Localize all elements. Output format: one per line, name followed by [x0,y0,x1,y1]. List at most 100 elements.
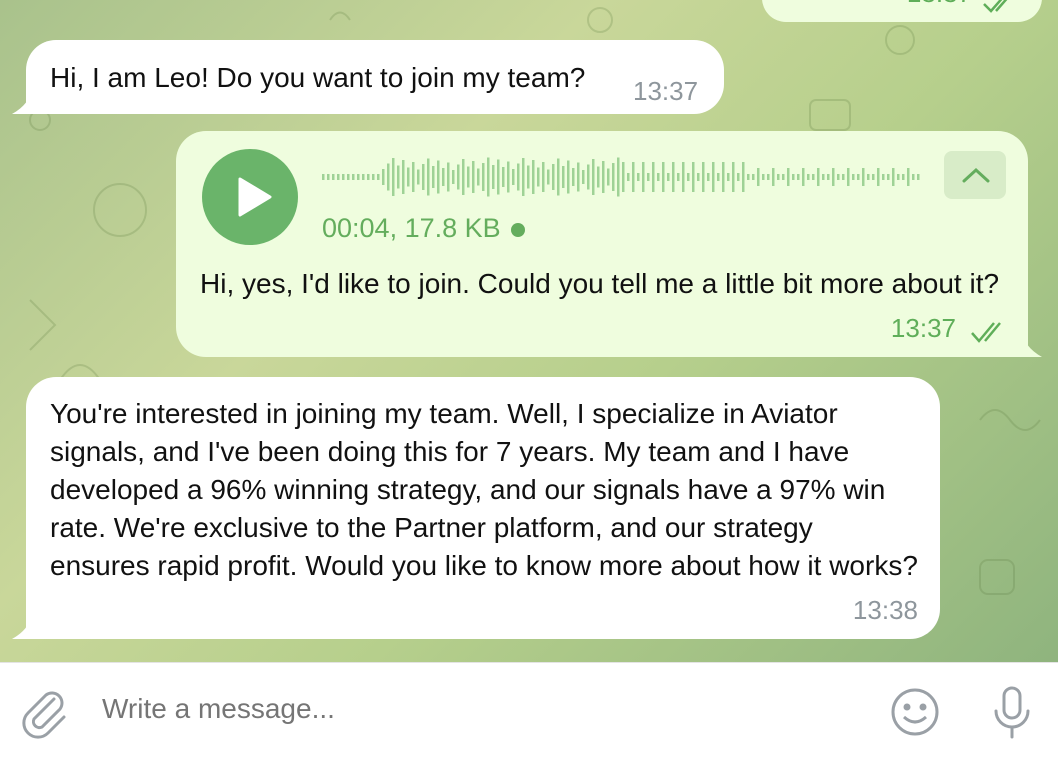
waveform-bar [707,173,710,181]
message-bubble-incoming[interactable]: You're interested in joining my team. We… [26,377,940,639]
waveform-bar [607,168,610,186]
voice-waveform[interactable] [322,155,922,199]
message-bubble-incoming[interactable]: Hi, I am Leo! Do you want to join my tea… [26,40,724,114]
message-text: You're interested in joining my team. We… [50,398,918,581]
voice-meta: 00:04, 17.8 KB [322,209,525,247]
waveform-bar [787,168,790,186]
waveform-bar [577,162,580,192]
play-button[interactable] [202,149,298,245]
waveform-bar [667,173,670,181]
waveform-bar [642,162,645,192]
smiley-icon[interactable] [890,687,940,737]
waveform-bar [777,174,780,180]
paperclip-icon[interactable] [20,687,68,739]
waveform-bar [562,166,565,188]
waveform-bar [547,169,550,185]
waveform-bar [627,173,630,181]
waveform-bar [662,162,665,192]
waveform-bar [497,159,500,195]
waveform-bar [702,162,705,192]
waveform-bar [822,174,825,180]
waveform-bar [522,158,525,196]
waveform-bar [482,163,485,191]
waveform-bar [527,165,530,189]
waveform-bar [717,173,720,181]
waveform-bar [452,170,455,184]
waveform-bar [422,164,425,190]
message-time: 13:37 [890,313,956,343]
waveform-bar [502,167,505,187]
waveform-bar [817,168,820,186]
waveform-bar [737,173,740,181]
waveform-bar [892,168,895,186]
microphone-icon[interactable] [990,685,1034,741]
waveform-bar [352,174,355,180]
waveform-bar [872,174,875,180]
waveform-bar [512,169,515,185]
waveform-bar [407,167,410,187]
waveform-bar [912,174,915,180]
waveform-bar [372,174,375,180]
waveform-bar [722,162,725,192]
waveform-bar [757,168,760,186]
waveform-bar [747,174,750,180]
waveform-bar [917,174,920,180]
waveform-bar [472,161,475,193]
waveform-bar [637,173,640,181]
waveform-bar [762,174,765,180]
waveform-bar [467,166,470,188]
waveform-bar [862,168,865,186]
waveform-bar [612,163,615,191]
waveform-bar [647,173,650,181]
waveform-bar [712,162,715,192]
waveform-bar [682,162,685,192]
waveform-bar [382,169,385,185]
waveform-bar [347,174,350,180]
waveform-bar [632,162,635,192]
waveform-bar [897,174,900,180]
waveform-bar [437,160,440,194]
message-bubble-voice[interactable]: 00:04, 17.8 KB Hi, yes, I'd like to join… [176,131,1028,357]
waveform-bar [367,174,370,180]
waveform-bar [672,162,675,192]
message-bubble-partial[interactable]: 13:37 [762,0,1042,22]
unplayed-dot [510,222,525,237]
collapse-transcript-button[interactable] [944,151,1006,199]
waveform-bar [882,174,885,180]
waveform-bar [812,174,815,180]
message-input[interactable] [102,693,862,725]
waveform-bar [692,162,695,192]
waveform-bar [782,174,785,180]
waveform-bar [837,174,840,180]
waveform-bar [857,174,860,180]
waveform-bar [827,174,830,180]
waveform-bar [617,157,620,197]
waveform-bar [427,158,430,196]
waveform-bar [387,163,390,191]
waveform-bar [337,174,340,180]
waveform-bar [557,158,560,196]
waveform-bar [807,174,810,180]
waveform-bar [652,162,655,192]
play-icon [238,177,272,217]
waveform-bar [542,162,545,192]
waveform-bar [587,164,590,190]
message-time: 13:38 [852,595,918,625]
waveform-bar [907,168,910,186]
waveform-bar [622,162,625,192]
waveform-bar [802,168,805,186]
waveform-bar [552,164,555,190]
waveform-bar [477,168,480,186]
waveform-bar [887,174,890,180]
waveform-bar [832,168,835,186]
message-time: 13:37 [633,76,699,106]
waveform-bar [532,160,535,194]
waveform-bar [582,170,585,184]
waveform-bar [332,174,335,180]
waveform-bar [657,173,660,181]
waveform-bar [417,169,420,185]
waveform-bar [867,174,870,180]
double-check-icon [971,322,1001,343]
waveform-bar [677,173,680,181]
waveform-bar [772,168,775,186]
